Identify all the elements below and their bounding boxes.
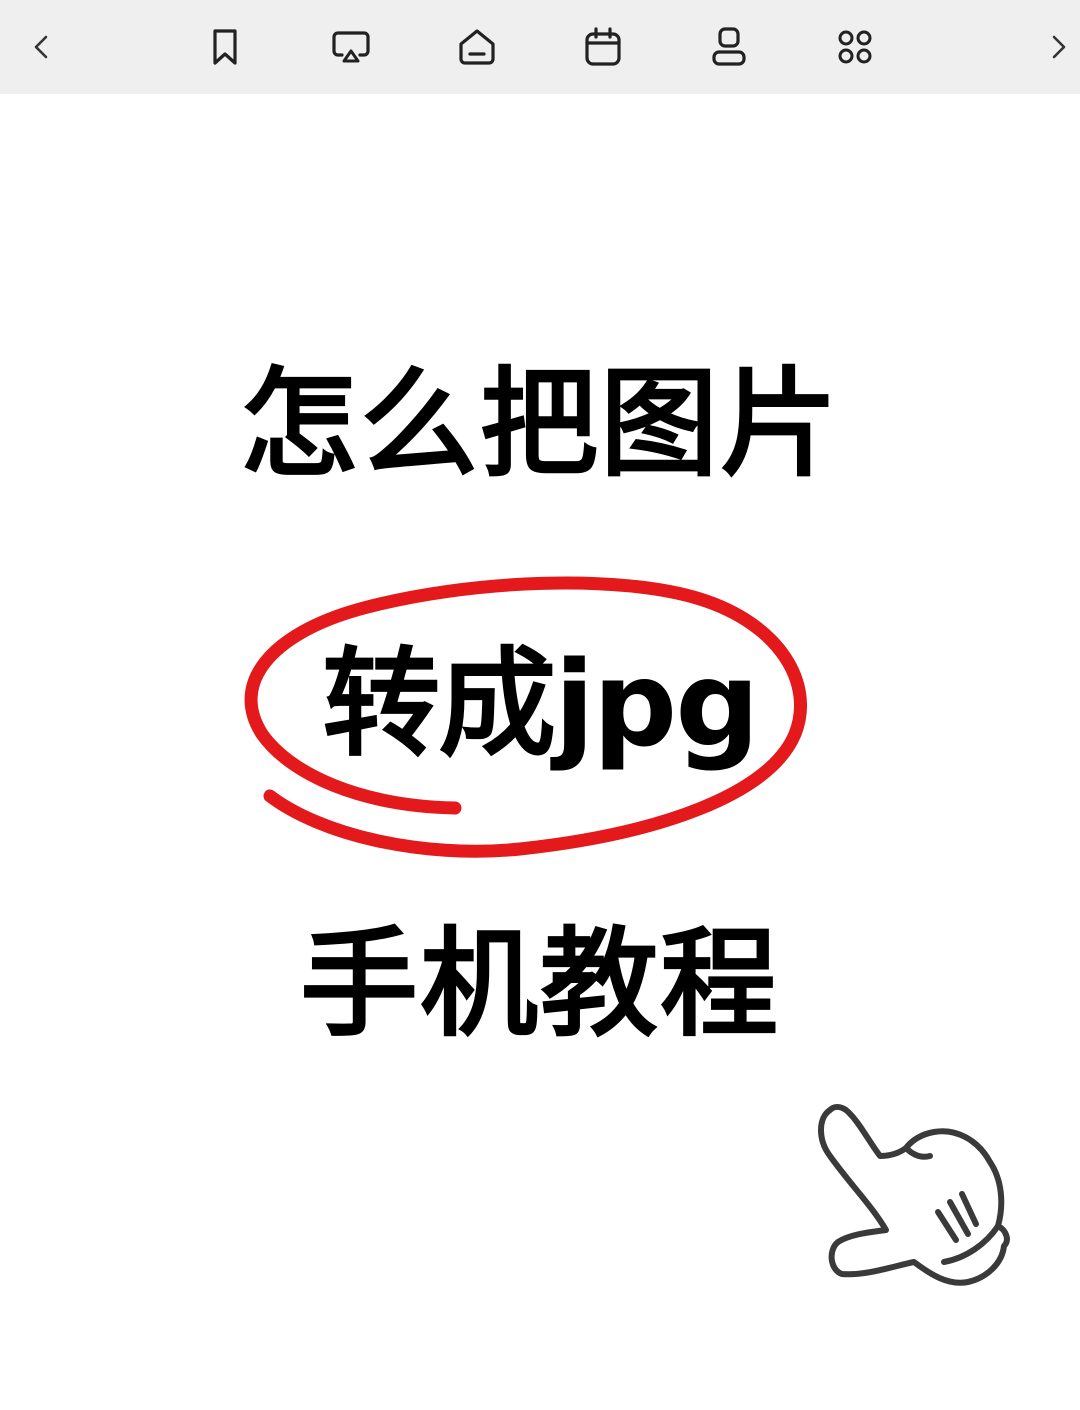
bookmark-icon [213, 29, 237, 65]
home-button[interactable] [452, 22, 502, 72]
headline-line-1: 怎么把图片 [239, 355, 840, 493]
forward-button[interactable] [1033, 22, 1080, 72]
apps-button[interactable] [830, 22, 880, 72]
screen-cast-icon [332, 31, 370, 63]
browser-toolbar [0, 0, 1080, 94]
cast-button[interactable] [326, 22, 376, 72]
headline-line-2: 转成jpg [322, 635, 759, 773]
chevron-left-icon [34, 35, 48, 59]
calendar-icon [585, 27, 621, 66]
home-icon [459, 29, 495, 65]
bookmarks-button[interactable] [200, 22, 250, 72]
apps-grid-icon [838, 30, 872, 64]
account-button[interactable] [704, 22, 754, 72]
image-content: 怎么把图片 转成jpg 手机教程 [0, 94, 1080, 1410]
pointing-hand-icon [818, 1104, 1010, 1286]
headline-line-3: 手机教程 [299, 915, 780, 1053]
back-button[interactable] [17, 22, 67, 72]
chevron-right-icon [1052, 35, 1066, 59]
person-icon [712, 27, 746, 66]
calendar-button[interactable] [578, 22, 628, 72]
